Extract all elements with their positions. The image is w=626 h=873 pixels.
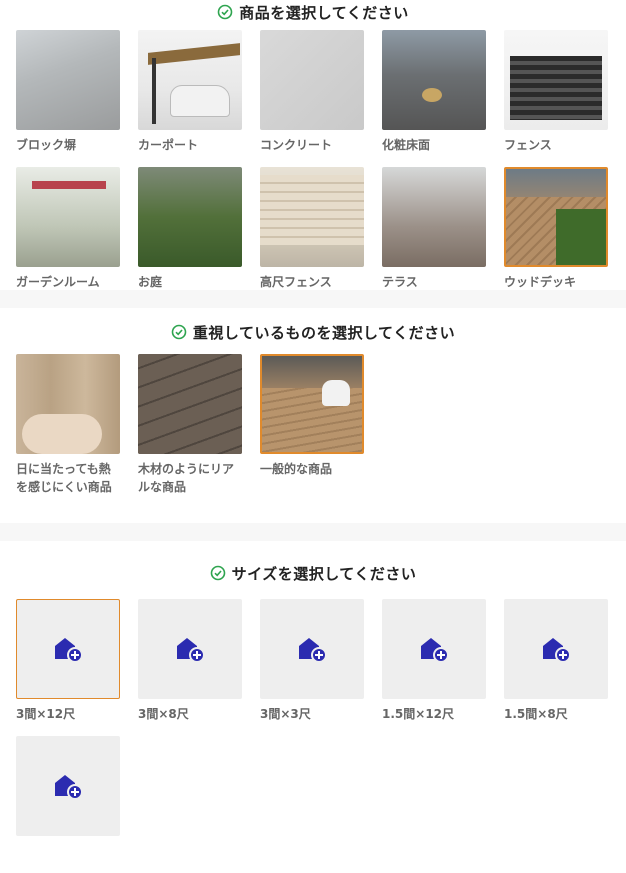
size-section: サイズを選択してください 3間×12尺 3間×8尺 3間×3尺 1.5間×12尺… — [0, 541, 626, 836]
product-label: 高尺フェンス — [260, 275, 332, 289]
size-image — [138, 599, 242, 699]
product-label: ブロック塀 — [16, 138, 77, 152]
check-circle-icon — [171, 324, 187, 340]
size-image — [16, 599, 120, 699]
priority-heading-text: 重視しているものを選択してください — [192, 323, 456, 342]
product-image — [138, 167, 242, 267]
size-label: 3間×3尺 — [260, 707, 311, 721]
product-label: カーポート — [138, 138, 199, 152]
priority-label: 日に当たっても熱を感じにくい商品 — [16, 462, 112, 494]
size-item-1-5ken-12shaku[interactable]: 1.5間×12尺 — [382, 599, 486, 736]
priority-heading: 重視しているものを選択してください — [0, 308, 626, 344]
product-section: 商品を選択してください ブロック塀 カーポート コンクリート 化粧床面 フェンス… — [0, 0, 626, 290]
check-circle-icon — [217, 4, 233, 20]
size-image — [504, 599, 608, 699]
product-image — [382, 167, 486, 267]
check-circle-icon — [210, 565, 225, 581]
priority-item-heat-resistant[interactable]: 日に当たっても熱を感じにくい商品 — [16, 354, 120, 496]
product-image — [16, 167, 120, 267]
product-item-wood-deck[interactable]: ウッドデッキ — [504, 167, 608, 304]
product-image — [504, 30, 608, 130]
priority-label: 木材のようにリアルな商品 — [138, 462, 235, 494]
house-plus-icon — [55, 775, 83, 800]
product-item-terrace[interactable]: テラス — [382, 167, 486, 304]
product-label: コンクリート — [260, 138, 333, 152]
house-plus-icon — [177, 638, 205, 663]
section-divider — [0, 523, 626, 541]
priority-item-realistic-wood[interactable]: 木材のようにリアルな商品 — [138, 354, 242, 496]
product-label: ウッドデッキ — [504, 275, 577, 289]
priority-image — [260, 354, 364, 454]
size-item-3ken-12shaku[interactable]: 3間×12尺 — [16, 599, 120, 736]
product-item-carport[interactable]: カーポート — [138, 30, 242, 167]
house-plus-icon — [543, 638, 571, 663]
size-label: 1.5間×12尺 — [382, 707, 455, 721]
size-heading: サイズを選択してください — [0, 541, 626, 585]
priority-image — [138, 354, 242, 454]
priority-grid: 日に当たっても熱を感じにくい商品 木材のようにリアルな商品 一般的な商品 — [0, 354, 626, 496]
product-item-fence[interactable]: フェンス — [504, 30, 608, 167]
product-label: 化粧床面 — [382, 138, 431, 152]
product-item-decorative-floor[interactable]: 化粧床面 — [382, 30, 486, 167]
product-heading-text: 商品を選択してください — [239, 3, 409, 22]
product-image — [16, 30, 120, 130]
product-label: ガーデンルーム — [16, 275, 100, 289]
product-label: テラス — [382, 275, 418, 289]
size-label: 3間×8尺 — [138, 707, 189, 721]
size-image — [382, 599, 486, 699]
product-item-block-wall[interactable]: ブロック塀 — [16, 30, 120, 167]
product-item-concrete[interactable]: コンクリート — [260, 30, 364, 167]
product-image — [382, 30, 486, 130]
product-item-garden-room[interactable]: ガーデンルーム — [16, 167, 120, 304]
product-image — [138, 30, 242, 130]
size-image — [16, 736, 120, 836]
size-image — [260, 599, 364, 699]
house-plus-icon — [421, 638, 449, 663]
size-item-3ken-8shaku[interactable]: 3間×8尺 — [138, 599, 242, 736]
house-plus-icon — [299, 638, 327, 663]
product-image — [504, 167, 608, 267]
product-label: お庭 — [138, 275, 163, 289]
size-item-1-5ken-8shaku[interactable]: 1.5間×8尺 — [504, 599, 608, 736]
product-label: フェンス — [504, 138, 552, 152]
priority-label: 一般的な商品 — [260, 462, 333, 476]
priority-image — [16, 354, 120, 454]
product-grid: ブロック塀 カーポート コンクリート 化粧床面 フェンス ガーデンルーム お庭 … — [0, 30, 626, 304]
product-image — [260, 30, 364, 130]
size-label: 3間×12尺 — [16, 707, 76, 721]
size-label: 1.5間×8尺 — [504, 707, 568, 721]
size-heading-text: サイズを選択してください — [231, 564, 417, 583]
size-grid: 3間×12尺 3間×8尺 3間×3尺 1.5間×12尺 1.5間×8尺 — [0, 599, 626, 873]
house-plus-icon — [55, 638, 83, 663]
product-item-garden[interactable]: お庭 — [138, 167, 242, 304]
priority-section: 重視しているものを選択してください 日に当たっても熱を感じにくい商品 木材のよう… — [0, 308, 626, 523]
product-image — [260, 167, 364, 267]
priority-item-standard[interactable]: 一般的な商品 — [260, 354, 364, 496]
product-item-tall-fence[interactable]: 高尺フェンス — [260, 167, 364, 304]
size-item-3ken-3shaku[interactable]: 3間×3尺 — [260, 599, 364, 736]
size-item-more[interactable] — [16, 736, 120, 873]
product-heading: 商品を選択してください — [0, 0, 626, 24]
